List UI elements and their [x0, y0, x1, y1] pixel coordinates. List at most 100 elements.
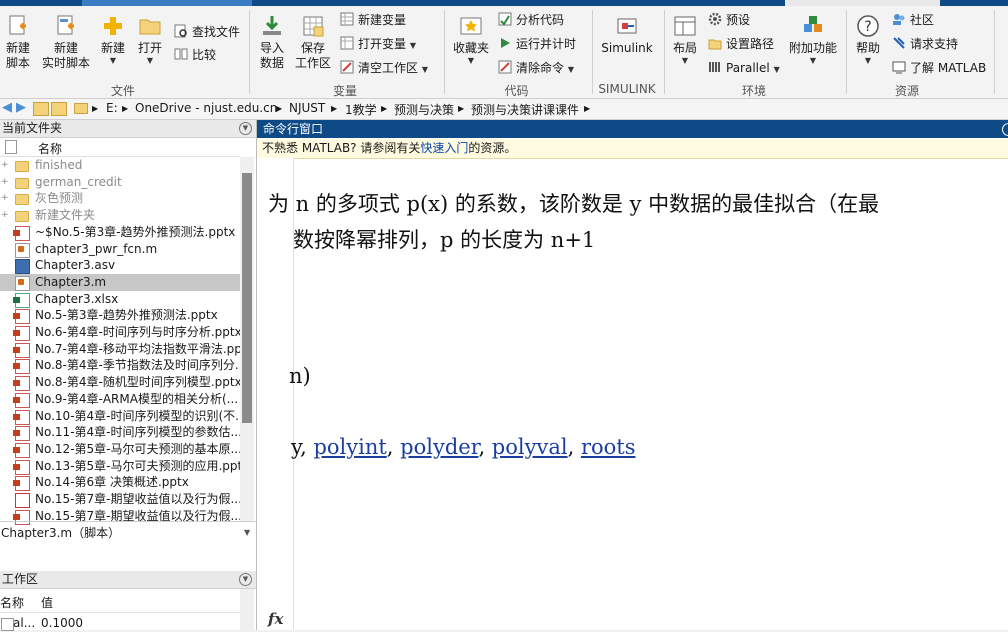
- details-bar[interactable]: Chapter3.m（脚本） ▼: [0, 523, 256, 543]
- new-script-button[interactable]: 新建 脚本: [3, 14, 33, 71]
- file-row[interactable]: No.14-第6章 决策概述.pptx: [0, 474, 240, 492]
- command-gutter: [257, 158, 294, 630]
- import-data-button[interactable]: 导入 数据: [256, 14, 288, 71]
- help-text-line: n): [289, 364, 311, 388]
- compare-button[interactable]: 比较: [174, 47, 216, 63]
- pptx-file-icon: [13, 309, 30, 325]
- set-path-button[interactable]: 设置路径: [708, 36, 774, 52]
- file-name: Chapter3.m: [35, 274, 107, 289]
- ribbon-tab-bar: [0, 0, 1008, 6]
- save-workspace-button[interactable]: 保存 工作区: [294, 14, 332, 71]
- file-row[interactable]: No.8-第4章-季节指数法及时间序列分...: [0, 357, 240, 375]
- file-row[interactable]: Chapter3.m: [0, 273, 240, 291]
- pptx-file-icon: [13, 442, 30, 458]
- m-file-icon: [15, 275, 30, 291]
- open-variable-button[interactable]: 打开变量 ▼: [340, 36, 416, 54]
- file-row[interactable]: No.5-第3章-趋势外推预测法.pptx: [0, 307, 240, 325]
- column-header-name[interactable]: 名称: [38, 140, 62, 157]
- group-separator: [994, 10, 995, 94]
- breadcrumb-item[interactable]: 预测与决策: [394, 101, 454, 118]
- panel-menu-icon[interactable]: [1002, 123, 1008, 136]
- command-window[interactable]: 命令行窗口 不熟悉 MATLAB? 请参阅有关快速入门的资源。 为 n 的多项式…: [257, 120, 1008, 630]
- file-list-scrollbar[interactable]: [240, 157, 254, 521]
- polyval-link[interactable]: polyval: [492, 435, 568, 459]
- parallel-button[interactable]: Parallel ▼: [708, 60, 780, 78]
- file-row[interactable]: No.15-第7章-期望收益值以及行为假...: [0, 491, 240, 508]
- file-row[interactable]: No.9-第4章-ARMA模型的相关分析(...: [0, 391, 240, 408]
- community-icon: [892, 12, 906, 26]
- panel-menu-icon[interactable]: ▼: [239, 573, 252, 586]
- forward-arrow-icon[interactable]: ▶: [16, 100, 26, 115]
- breadcrumb-item[interactable]: OneDrive - njust.edu.cn: [135, 101, 277, 115]
- browse-folder-icon[interactable]: [51, 102, 67, 116]
- favorites-button[interactable]: 收藏夹 ▼: [452, 14, 490, 66]
- expand-icon[interactable]: +: [1, 157, 9, 174]
- home-tab[interactable]: [82, 0, 252, 6]
- file-row[interactable]: Chapter3.xlsx: [0, 291, 240, 308]
- find-files-button[interactable]: 查找文件: [174, 24, 240, 40]
- file-name: No.14-第6章 决策概述.pptx: [35, 475, 189, 490]
- file-row[interactable]: No.8-第4章-随机型时间序列模型.pptx: [0, 374, 240, 392]
- request-support-button[interactable]: 请求支持: [892, 36, 958, 52]
- folder-row[interactable]: + german_credit: [0, 174, 240, 191]
- search-documentation-input[interactable]: [785, 0, 940, 6]
- file-row[interactable]: No.7-第4章-移动平均法指数平滑法.pptx: [0, 341, 240, 358]
- open-button[interactable]: 打开 ▼: [135, 14, 165, 66]
- back-arrow-icon[interactable]: ◀: [2, 100, 12, 115]
- folder-row[interactable]: + finished: [0, 157, 240, 174]
- breadcrumb-item[interactable]: NJUST: [289, 101, 325, 115]
- breadcrumb-item[interactable]: 预测与决策讲课课件: [471, 101, 579, 118]
- folder-icon: [15, 194, 29, 206]
- workspace-row[interactable]: al... 0.1000: [0, 615, 240, 632]
- panel-menu-icon[interactable]: ▼: [239, 122, 252, 135]
- community-button[interactable]: 社区: [892, 12, 934, 28]
- layout-button[interactable]: 布局 ▼: [670, 14, 700, 66]
- breadcrumb-separator: ▶: [584, 104, 591, 113]
- quick-start-link[interactable]: 快速入门: [420, 141, 468, 155]
- file-row[interactable]: No.10-第4章-时间序列模型的识别(不...: [0, 408, 240, 425]
- breadcrumb-item[interactable]: 1教学: [345, 101, 377, 118]
- folder-icon: [15, 177, 29, 189]
- folder-row[interactable]: + 新建文件夹: [0, 207, 240, 224]
- new-button[interactable]: 新建 ▼: [98, 14, 128, 66]
- clear-commands-button[interactable]: 清除命令 ▼: [498, 60, 574, 78]
- scrollbar-thumb[interactable]: [242, 173, 252, 423]
- file-row[interactable]: No.11-第4章-时间序列模型的参数估...: [0, 424, 240, 442]
- file-name: No.7-第4章-移动平均法指数平滑法.pptx: [35, 341, 240, 356]
- up-folder-icon[interactable]: [33, 102, 49, 116]
- help-button[interactable]: ? 帮助 ▼: [853, 14, 883, 66]
- addons-button[interactable]: 附加功能 ▼: [786, 14, 840, 66]
- fx-function-browser-icon[interactable]: fx: [268, 610, 283, 628]
- expand-icon[interactable]: +: [1, 174, 9, 191]
- workspace-header: 工作区 ▼: [0, 571, 256, 589]
- file-name: No.8-第4章-季节指数法及时间序列分...: [35, 358, 240, 373]
- breadcrumb-item[interactable]: E:: [106, 101, 118, 115]
- polyint-link[interactable]: polyint: [313, 435, 386, 459]
- chevron-down-icon[interactable]: ▼: [244, 523, 250, 543]
- analyze-code-button[interactable]: 分析代码: [498, 12, 564, 28]
- file-row[interactable]: No.13-第5章-马尔可夫预测的应用.pptx: [0, 458, 240, 475]
- file-row[interactable]: Chapter3.asv: [0, 257, 240, 275]
- simulink-button[interactable]: Simulink: [598, 14, 656, 56]
- save-workspace-icon: [301, 14, 325, 38]
- new-variable-button[interactable]: 新建变量: [340, 12, 406, 28]
- workspace-title: 工作区: [2, 572, 39, 586]
- preferences-button[interactable]: 预设: [708, 12, 750, 28]
- expand-icon[interactable]: +: [1, 207, 9, 224]
- roots-link[interactable]: roots: [581, 435, 636, 459]
- file-row[interactable]: No.12-第5章-马尔可夫预测的基本原...: [0, 441, 240, 458]
- learn-matlab-button[interactable]: 了解 MATLAB: [892, 60, 986, 76]
- run-and-time-button[interactable]: 运行并计时: [498, 36, 576, 52]
- polyder-link[interactable]: polyder: [400, 435, 478, 459]
- workspace-scrollbar[interactable]: [240, 589, 254, 630]
- file-row[interactable]: chapter3_pwr_fcn.m: [0, 241, 240, 258]
- new-live-script-button[interactable]: 新建 实时脚本: [40, 14, 92, 71]
- workspace-col-name[interactable]: 名称: [0, 595, 24, 612]
- file-row[interactable]: No.6-第4章-时间序列与时序分析.pptx: [0, 324, 240, 341]
- workspace-col-value[interactable]: 值: [41, 595, 53, 612]
- file-row[interactable]: ~$No.5-第3章-趋势外推预测法.pptx: [0, 224, 240, 241]
- folder-row[interactable]: + 灰色预测: [0, 190, 240, 207]
- expand-icon[interactable]: +: [1, 190, 9, 207]
- clear-workspace-button[interactable]: 清空工作区 ▼: [340, 60, 428, 78]
- pptx-file-icon: [13, 409, 30, 425]
